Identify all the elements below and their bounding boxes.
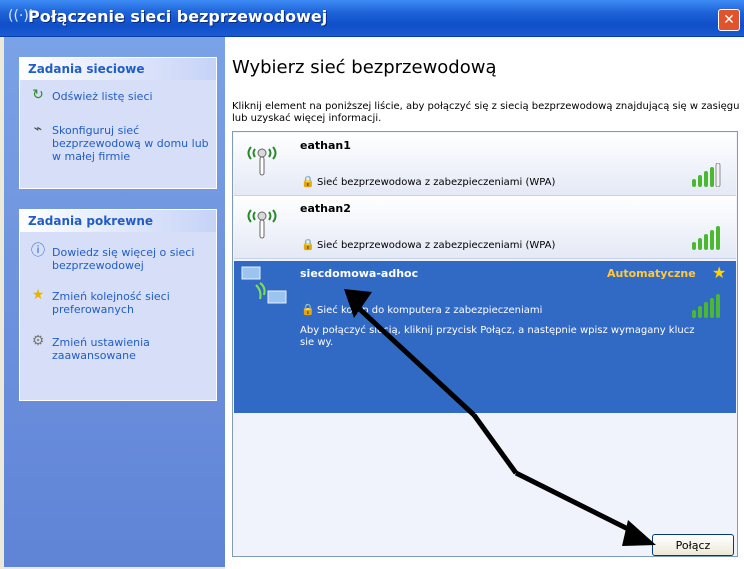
annotation-arrows bbox=[344, 289, 656, 546]
arrow-head-right-icon bbox=[622, 520, 656, 546]
wireless-connection-window: ((·)) Połączenie sieci bezprzewodowej ✕ … bbox=[0, 0, 744, 569]
